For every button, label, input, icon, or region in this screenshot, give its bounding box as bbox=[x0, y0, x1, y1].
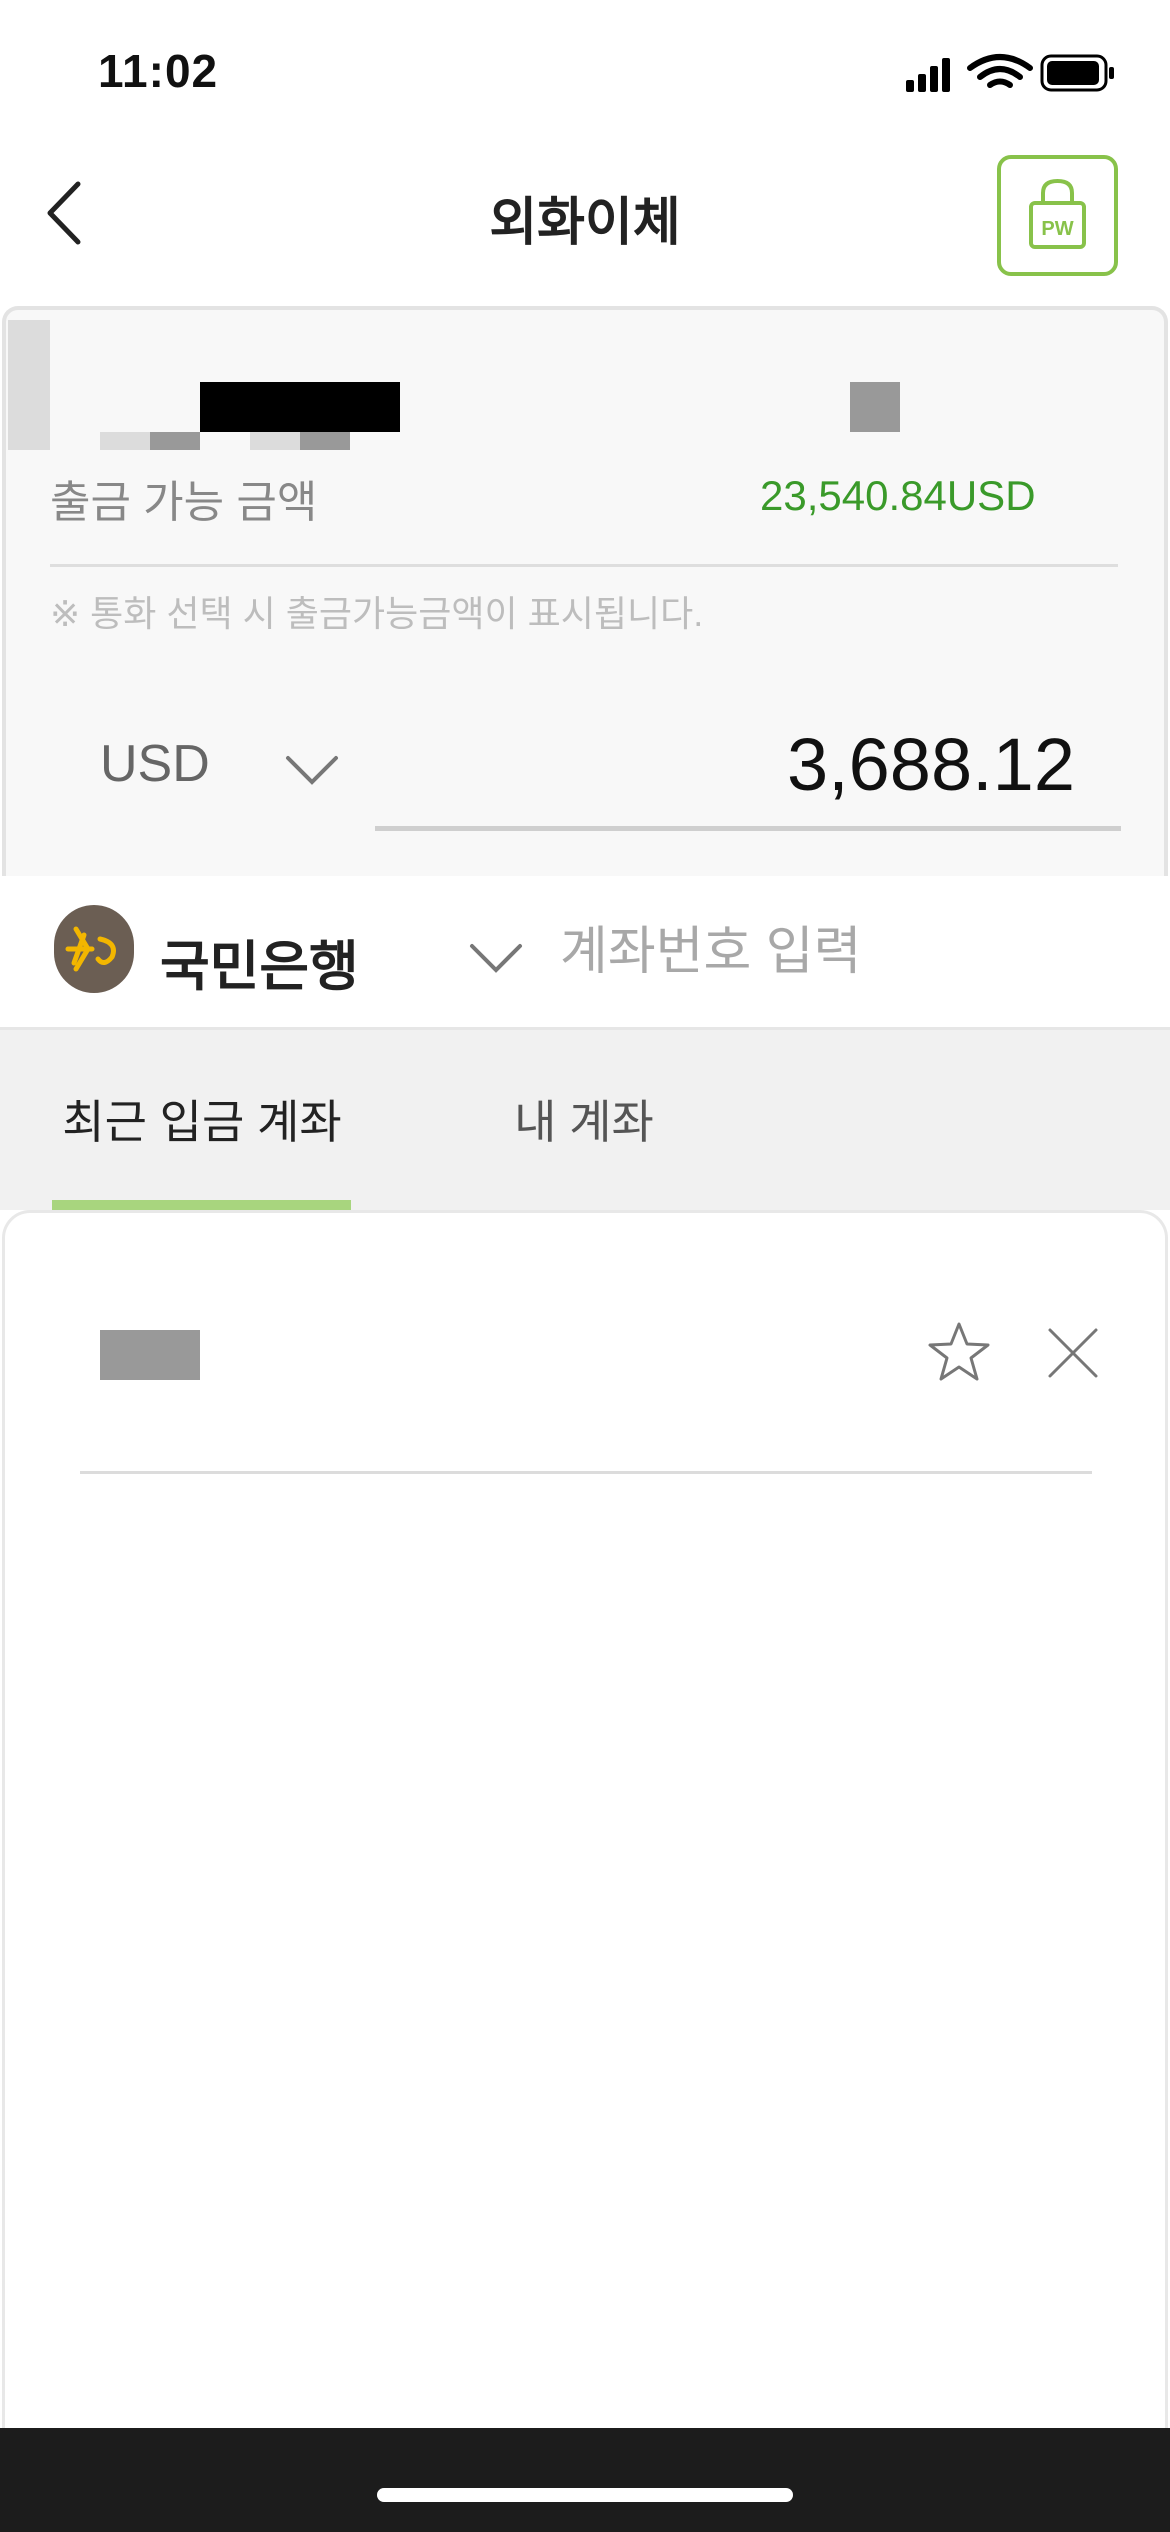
chevron-down-icon bbox=[470, 944, 522, 973]
redacted-block bbox=[8, 320, 50, 450]
available-amount-value: 23,540.84USD bbox=[760, 472, 1036, 519]
amount-value: 3,688.12 bbox=[786, 723, 1075, 806]
star-icon bbox=[928, 1322, 990, 1381]
redacted-block bbox=[300, 432, 350, 450]
bank-row: 국민은행 bbox=[0, 876, 1170, 1030]
amount-underline bbox=[375, 826, 1121, 831]
status-time: 11:02 bbox=[98, 45, 219, 97]
tab-my-accounts[interactable]: 내 계좌 bbox=[484, 1086, 684, 1206]
wifi-icon bbox=[967, 54, 1033, 88]
amount-input[interactable]: 3,688.12 bbox=[375, 700, 1121, 830]
redacted-block bbox=[250, 432, 300, 450]
delete-button[interactable] bbox=[1040, 1320, 1106, 1386]
redacted-account-name bbox=[200, 382, 400, 432]
close-icon bbox=[1048, 1328, 1098, 1378]
available-amount-label: 출금 가능 금액 bbox=[50, 478, 318, 527]
page-title: 외화이체 bbox=[489, 194, 681, 252]
divider bbox=[50, 564, 1118, 567]
redacted-account bbox=[100, 1330, 200, 1380]
currency-value: USD bbox=[100, 735, 210, 793]
currency-select[interactable]: USD bbox=[100, 720, 360, 810]
chevron-down-icon bbox=[286, 756, 338, 785]
tab-mine-label: 내 계좌 bbox=[514, 1096, 654, 1148]
bank-name: 국민은행 bbox=[160, 937, 359, 997]
password-button[interactable]: PW bbox=[997, 155, 1118, 276]
tab-recent-accounts[interactable]: 최근 입금 계좌 bbox=[52, 1086, 352, 1206]
home-indicator[interactable] bbox=[377, 2488, 793, 2502]
redacted-block bbox=[850, 382, 900, 432]
bank-select[interactable]: 국민은행 bbox=[54, 902, 524, 1002]
kb-bank-logo-icon bbox=[54, 905, 134, 993]
lock-pw-icon: PW bbox=[1029, 178, 1086, 249]
active-tab-indicator bbox=[52, 1200, 351, 1210]
favorite-button[interactable] bbox=[926, 1320, 992, 1386]
redacted-block bbox=[150, 432, 200, 450]
currency-notice: ※ 통화 선택 시 출금가능금액이 표시됩니다. bbox=[50, 593, 704, 634]
pw-button-label: PW bbox=[1041, 218, 1073, 240]
list-item[interactable] bbox=[80, 1290, 1098, 1474]
tab-recent-label: 최근 입금 계좌 bbox=[62, 1096, 342, 1148]
account-number-input[interactable] bbox=[560, 912, 1140, 992]
home-bar bbox=[0, 2428, 1170, 2532]
cellular-signal-icon bbox=[906, 58, 950, 92]
status-icons bbox=[900, 52, 1120, 96]
tabs-area: 최근 입금 계좌 내 계좌 bbox=[0, 1030, 1170, 1210]
redacted-block bbox=[100, 432, 152, 450]
battery-icon bbox=[1040, 54, 1114, 92]
